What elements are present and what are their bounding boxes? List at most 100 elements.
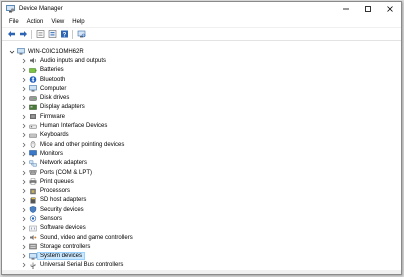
mouse-icon — [29, 141, 37, 148]
monitor-icon — [29, 150, 37, 157]
expand-arrow-icon[interactable] — [20, 150, 28, 158]
tree-item[interactable]: SD host adapters — [2, 196, 401, 205]
expand-arrow-icon[interactable] — [20, 224, 28, 232]
keyboard-icon — [29, 132, 37, 139]
tree-item[interactable]: Sound, video and game controllers — [2, 233, 401, 242]
tree-item[interactable]: Computer — [2, 84, 401, 93]
processor-icon — [29, 188, 37, 195]
tree-item-label: Display adapters — [40, 104, 85, 111]
maximize-icon — [365, 6, 371, 12]
tree-root[interactable]: WIN-C0IC1OMH62R — [2, 47, 401, 56]
title-bar: Device Manager — [2, 2, 401, 16]
expand-arrow-icon[interactable] — [20, 103, 28, 111]
tree-item[interactable]: Universal Serial Bus controllers — [2, 261, 401, 270]
tree-item-label: Mice and other pointing devices — [40, 141, 125, 148]
tree-item[interactable]: Network adapters — [2, 159, 401, 168]
menu-help[interactable]: Help — [68, 19, 88, 25]
forward-icon — [19, 31, 27, 37]
expand-arrow-icon[interactable] — [20, 122, 28, 130]
tree-item-label: Bluetooth — [40, 76, 66, 83]
tree-item[interactable]: Print queues — [2, 177, 401, 186]
properties-button[interactable] — [34, 29, 46, 39]
sd-icon — [29, 197, 37, 204]
expand-arrow-icon[interactable] — [20, 76, 28, 84]
tree-item-label: Universal Serial Bus controllers — [40, 262, 124, 269]
expand-arrow-icon[interactable] — [20, 178, 28, 186]
expand-arrow-icon[interactable] — [20, 94, 28, 102]
display-icon — [29, 104, 37, 111]
toolbar: ? — [2, 28, 401, 41]
tree-item-label: Software devices — [40, 225, 86, 232]
tree-item[interactable]: Security devices — [2, 205, 401, 214]
tree-item-label: Sound, video and game controllers — [40, 234, 133, 241]
menu-view[interactable]: View — [47, 19, 68, 25]
show-hidden-icon — [48, 30, 56, 38]
minimize-button[interactable] — [335, 2, 357, 16]
scan-hardware-button[interactable] — [75, 29, 87, 39]
device-tree: WIN-C0IC1OMH62R Audio inputs and outputs… — [2, 41, 401, 274]
tree-item[interactable]: Monitors — [2, 149, 401, 158]
expand-arrow-icon[interactable] — [20, 196, 28, 204]
computer-icon — [29, 85, 37, 92]
expand-arrow-icon[interactable] — [20, 206, 28, 214]
expand-arrow-icon[interactable] — [20, 131, 28, 139]
tree-item[interactable]: Storage controllers — [2, 242, 401, 251]
expand-arrow-icon[interactable] — [20, 141, 28, 149]
usb-icon — [29, 262, 37, 269]
tree-item[interactable]: Bluetooth — [2, 75, 401, 84]
expand-arrow-icon[interactable] — [20, 113, 28, 121]
tree-item[interactable]: Sensors — [2, 214, 401, 223]
expand-arrow-icon[interactable] — [20, 261, 28, 269]
tree-item-label: System devices — [36, 252, 86, 261]
tree-item-label: SD host adapters — [40, 197, 87, 204]
close-button[interactable] — [379, 2, 401, 16]
collapse-arrow-icon[interactable] — [8, 48, 16, 56]
bluetooth-icon — [29, 76, 37, 83]
window-title: Device Manager — [19, 6, 63, 12]
expand-arrow-icon[interactable] — [20, 243, 28, 251]
expand-arrow-icon[interactable] — [20, 252, 28, 260]
back-icon — [7, 31, 15, 37]
help-button[interactable]: ? — [58, 29, 70, 39]
network-icon — [29, 160, 37, 167]
maximize-button[interactable] — [357, 2, 379, 16]
tree-item[interactable]: Mice and other pointing devices — [2, 140, 401, 149]
tree-item[interactable]: Display adapters — [2, 103, 401, 112]
expand-arrow-icon[interactable] — [20, 57, 28, 65]
expand-arrow-icon[interactable] — [20, 234, 28, 242]
device-manager-window: Device Manager File Action View Help ? W… — [1, 1, 402, 275]
tree-item[interactable]: Batteries — [2, 66, 401, 75]
expand-arrow-icon[interactable] — [20, 66, 28, 74]
tree-item-label: Network adapters — [40, 160, 88, 167]
tree-item-label: Processors — [40, 188, 71, 195]
sensor-icon — [29, 215, 37, 223]
svg-text:?: ? — [62, 32, 66, 38]
tree-item-label: Batteries — [40, 67, 64, 74]
back-button[interactable] — [5, 29, 17, 39]
menu-action[interactable]: Action — [23, 19, 48, 25]
minimize-icon — [343, 8, 349, 10]
toolbar-separator — [72, 29, 73, 39]
expand-arrow-icon[interactable] — [20, 169, 28, 177]
hid-icon — [29, 123, 37, 130]
expand-arrow-icon[interactable] — [20, 187, 28, 195]
expand-arrow-icon[interactable] — [20, 159, 28, 167]
tree-item[interactable]: Software devices — [2, 224, 401, 233]
forward-button[interactable] — [17, 29, 29, 39]
expand-arrow-icon[interactable] — [20, 85, 28, 93]
tree-item[interactable]: Ports (COM & LPT) — [2, 168, 401, 177]
horizontal-scrollbar[interactable] — [2, 270, 401, 274]
menu-file[interactable]: File — [5, 19, 23, 25]
tree-item-label: Ports (COM & LPT) — [40, 169, 93, 176]
tree-item[interactable]: Disk drives — [2, 93, 401, 102]
tree-item[interactable]: Keyboards — [2, 131, 401, 140]
tree-item-label: Computer — [40, 85, 67, 92]
tree-item[interactable]: System devices — [2, 252, 401, 261]
tree-item[interactable]: Audio inputs and outputs — [2, 56, 401, 65]
expand-arrow-icon[interactable] — [20, 215, 28, 223]
tree-item[interactable]: Processors — [2, 186, 401, 195]
tree-item[interactable]: Firmware — [2, 112, 401, 121]
show-hidden-button[interactable] — [46, 29, 58, 39]
tree-item[interactable]: Human Interface Devices — [2, 121, 401, 130]
tree-item-label: Firmware — [40, 113, 65, 120]
